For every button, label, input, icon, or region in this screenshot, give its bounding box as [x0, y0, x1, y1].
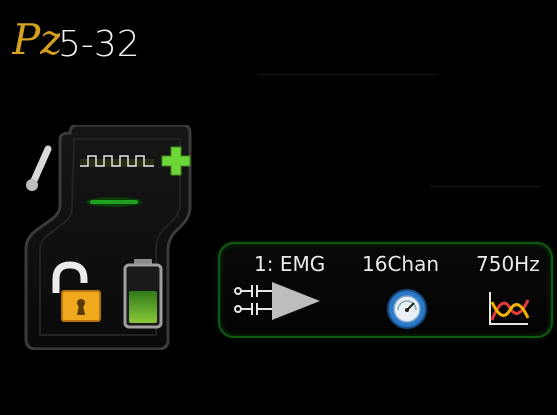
switch-lever-icon: [26, 145, 52, 191]
add-plus-icon[interactable]: [160, 145, 192, 177]
unlocked-padlock-icon: [52, 261, 101, 322]
amplifier-icon[interactable]: [232, 278, 324, 324]
sample-rate: 750Hz: [476, 252, 540, 276]
channel-info-panel[interactable]: 1: EMG 16Chan 750Hz: [218, 242, 553, 338]
signal-waveform-icon: [80, 155, 154, 167]
background-streak: [258, 74, 438, 75]
link-indicator: [86, 197, 142, 207]
brand-header: Pz 5-32: [12, 14, 140, 66]
svg-text:Pz: Pz: [12, 15, 60, 64]
device-status-panel: [24, 125, 196, 350]
channel-name: 1: EMG: [254, 252, 326, 276]
background-streak: [430, 186, 540, 187]
channel-count: 16Chan: [362, 252, 440, 276]
battery-icon: [123, 259, 163, 329]
gauge-icon[interactable]: [386, 288, 428, 330]
pz-logo: Pz: [12, 15, 60, 64]
waveform-filter-icon[interactable]: [488, 290, 530, 328]
model-name: 5-32: [58, 24, 140, 65]
